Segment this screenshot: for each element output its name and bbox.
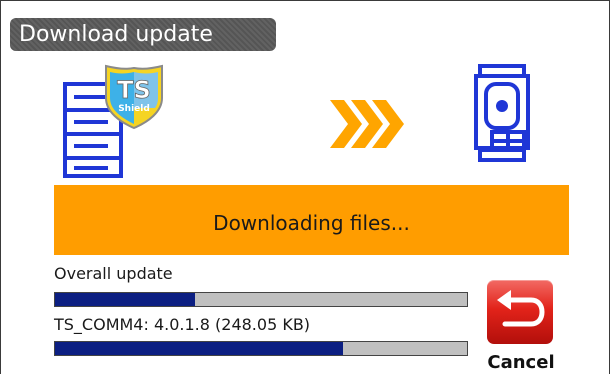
file-progress-label: TS_COMM4: 4.0.1.8 (248.05 KB) xyxy=(54,315,311,334)
overall-progress-label: Overall update xyxy=(54,264,173,283)
cancel-label[interactable]: Cancel xyxy=(484,352,558,374)
file-progress-fill xyxy=(55,342,344,355)
triple-chevron-right-icon xyxy=(330,98,406,150)
download-update-screen: Download update TS Shield Downloading fi… xyxy=(0,0,610,374)
cancel-button[interactable]: Cancel xyxy=(484,280,558,374)
status-banner: Downloading files... xyxy=(54,185,569,255)
svg-text:TS: TS xyxy=(117,76,151,104)
file-progress-bar xyxy=(54,341,468,356)
overall-progress-fill xyxy=(55,293,196,306)
top-border xyxy=(0,0,610,1)
window-title: Download update xyxy=(19,22,213,47)
server-with-ts-shield-icon: TS Shield xyxy=(62,62,174,180)
overall-progress-bar xyxy=(54,292,468,307)
total-station-instrument-icon xyxy=(470,62,532,172)
left-border xyxy=(0,0,1,374)
status-message: Downloading files... xyxy=(213,211,410,235)
return-arrow-icon[interactable] xyxy=(487,280,553,344)
svg-text:Shield: Shield xyxy=(118,104,150,114)
